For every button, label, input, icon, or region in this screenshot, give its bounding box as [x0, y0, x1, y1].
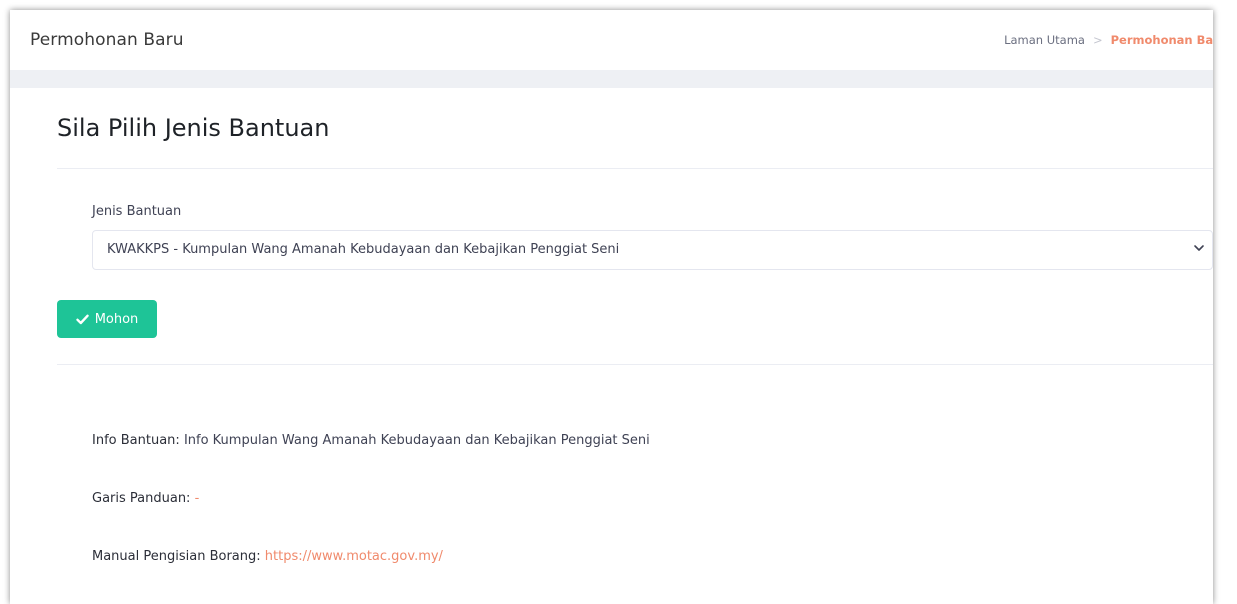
info-bantuan-label: Info Bantuan:: [92, 433, 180, 448]
mohon-button[interactable]: Mohon: [57, 300, 157, 338]
jenis-bantuan-select[interactable]: KWAKKPS - Kumpulan Wang Amanah Kebudayaa…: [92, 230, 1213, 270]
breadcrumb-current: Permohonan Baru: [1110, 33, 1213, 47]
title-divider: [57, 168, 1213, 169]
breadcrumb: Laman Utama > Permohonan Baru: [1004, 33, 1213, 47]
select-value: KWAKKPS - Kumpulan Wang Amanah Kebudayaa…: [107, 242, 620, 257]
page-title: Permohonan Baru: [30, 30, 184, 50]
mohon-button-label: Mohon: [94, 311, 139, 327]
info-bantuan-row: Info Bantuan: Info Kumpulan Wang Amanah …: [92, 433, 650, 448]
garis-panduan-row: Garis Panduan: -: [92, 491, 199, 506]
jenis-bantuan-label: Jenis Bantuan: [92, 204, 182, 219]
card-title: Sila Pilih Jenis Bantuan: [57, 114, 330, 142]
button-divider: [57, 364, 1213, 365]
info-bantuan-value: Info Kumpulan Wang Amanah Kebudayaan dan…: [183, 433, 650, 448]
check-icon: [75, 314, 89, 324]
application-card: Sila Pilih Jenis Bantuan Jenis Bantuan K…: [35, 88, 1213, 604]
chevron-down-icon: [1194, 245, 1204, 251]
garis-panduan-label: Garis Panduan:: [92, 491, 191, 506]
manual-pengisian-label: Manual Pengisian Borang:: [92, 549, 261, 564]
breadcrumb-home[interactable]: Laman Utama: [1004, 33, 1085, 47]
breadcrumb-separator: >: [1092, 33, 1103, 47]
garis-panduan-value[interactable]: -: [195, 491, 200, 506]
manual-pengisian-link[interactable]: https://www.motac.gov.my/: [265, 549, 443, 564]
app-window: Permohonan Baru Laman Utama > Permohonan B…: [10, 10, 1213, 604]
page-header: Permohonan Baru Laman Utama > Permohonan B…: [10, 10, 1213, 70]
header-divider-band: [10, 70, 1213, 88]
manual-pengisian-row: Manual Pengisian Borang: https://www.mot…: [92, 549, 443, 564]
